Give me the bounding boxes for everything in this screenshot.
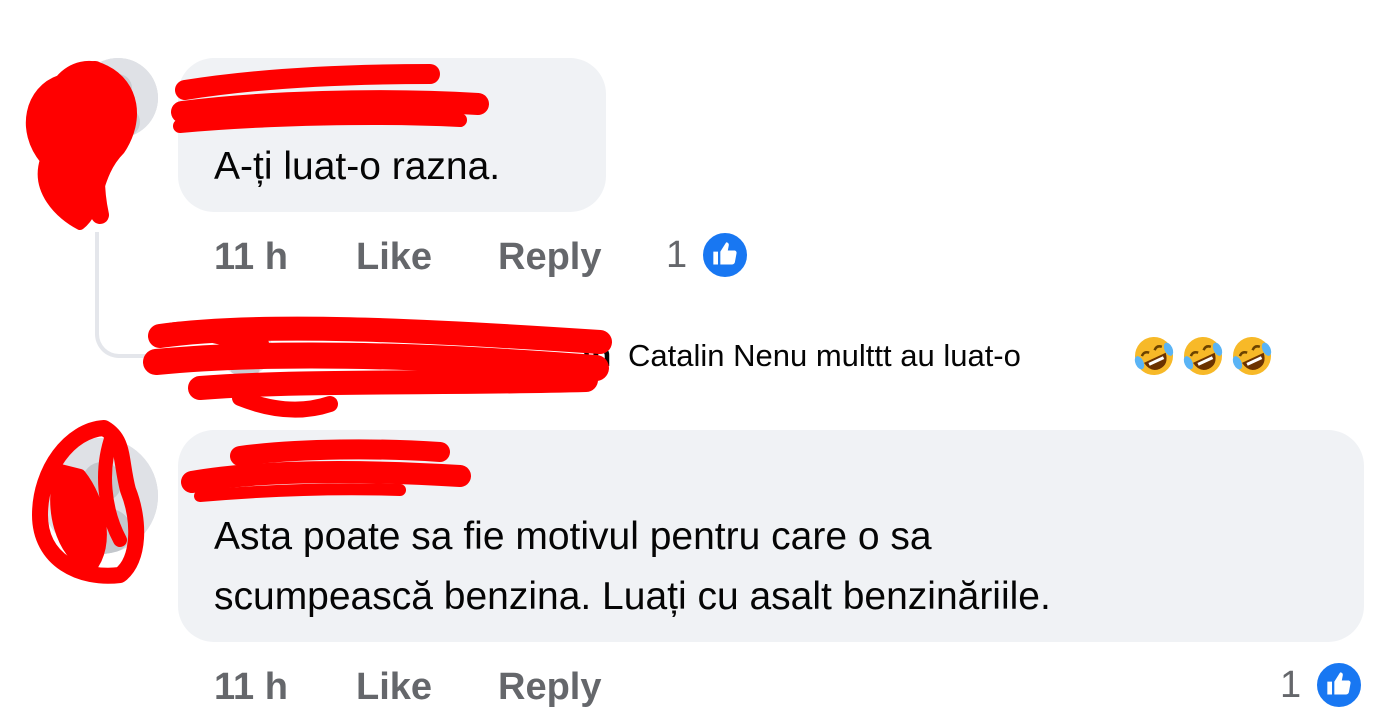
comment-text-line-2: scumpească benzina. Luați cu asalt benzi…	[214, 575, 1051, 618]
comment-timestamp: 11 h	[214, 236, 288, 278]
reply-author-name[interactable]: in	[582, 336, 611, 374]
avatar[interactable]	[42, 438, 158, 554]
laughing-emoji-icon	[1134, 337, 1174, 375]
reply-button[interactable]: Reply	[498, 236, 601, 279]
reaction-count[interactable]: 1	[666, 234, 687, 277]
profile-photo	[42, 438, 158, 554]
reply-button[interactable]: Reply	[498, 666, 601, 709]
like-button[interactable]: Like	[356, 236, 432, 279]
avatar[interactable]	[78, 58, 158, 138]
reply-preview-text[interactable]: Catalin Nenu multtt au luat-o	[628, 338, 1021, 374]
like-reaction-icon	[700, 230, 750, 280]
comment-text-line-1: Asta poate sa fie motivul pentru care o …	[214, 515, 932, 558]
like-reaction-icon	[1314, 660, 1364, 710]
comment-text: A-ți luat-o razna.	[214, 145, 501, 188]
laughing-emoji-icon	[1183, 337, 1223, 375]
laughing-emoji-icon	[1232, 337, 1272, 375]
profile-photo	[78, 58, 158, 138]
reply-avatar[interactable]	[218, 322, 272, 376]
like-button[interactable]: Like	[356, 666, 432, 709]
reaction-count[interactable]: 1	[1280, 664, 1301, 707]
profile-photo	[218, 322, 272, 376]
comment-timestamp: 11 h	[214, 666, 288, 708]
reply-thread-line	[95, 232, 169, 358]
